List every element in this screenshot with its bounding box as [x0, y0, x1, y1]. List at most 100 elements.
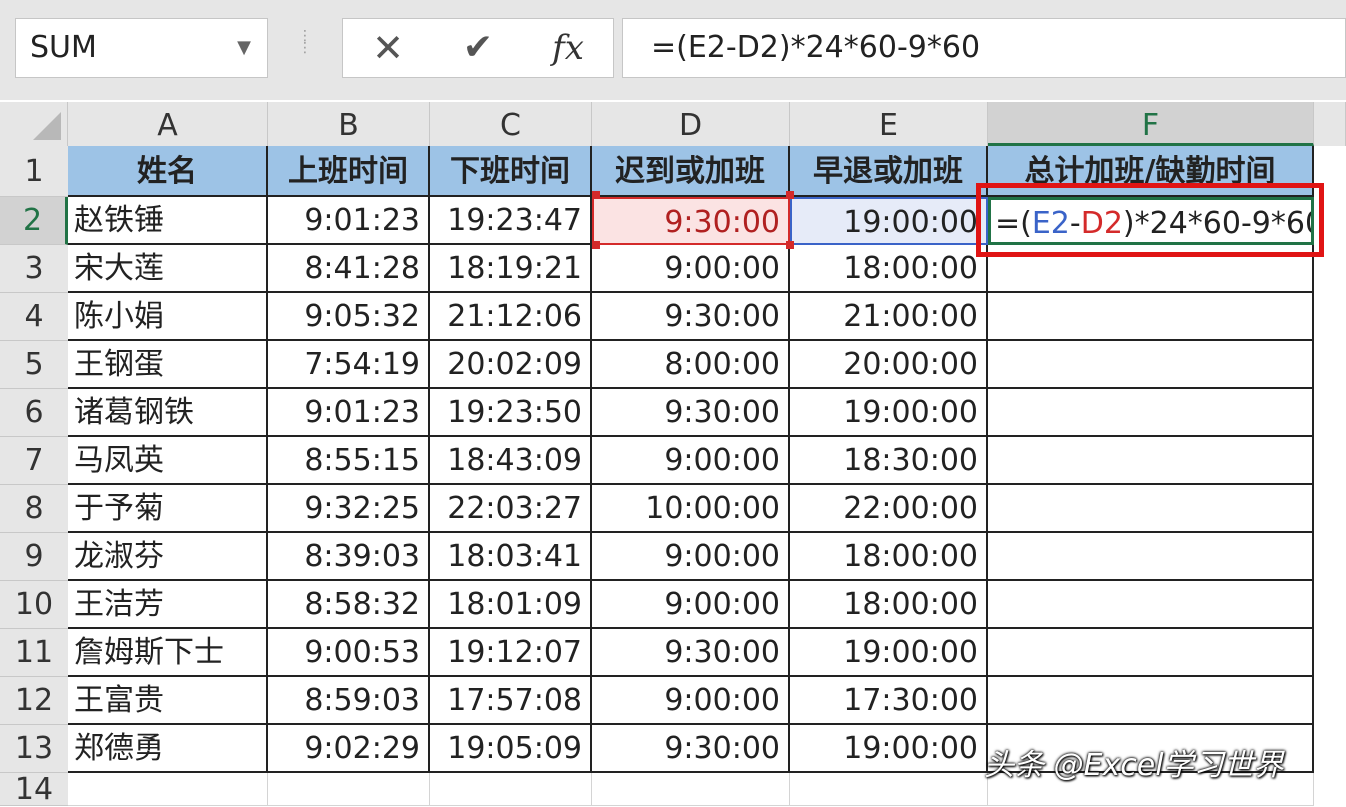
- cell-d2[interactable]: 9:30:00: [592, 197, 790, 245]
- cell-d12[interactable]: 9:00:00: [592, 677, 790, 725]
- range-handle-1[interactable]: [592, 191, 600, 199]
- header-cell-a[interactable]: 姓名: [68, 146, 268, 197]
- row-header-6[interactable]: 6: [0, 389, 68, 437]
- column-header-d[interactable]: D: [592, 102, 790, 146]
- cell-e8[interactable]: 22:00:00: [790, 485, 988, 533]
- cell-f7[interactable]: [988, 437, 1314, 485]
- cell-a4[interactable]: 陈小娟: [68, 293, 268, 341]
- cell-a13[interactable]: 郑德勇: [68, 725, 268, 773]
- cell-b5[interactable]: 7:54:19: [268, 341, 430, 389]
- cell-f6[interactable]: [988, 389, 1314, 437]
- column-header-extra[interactable]: [1314, 102, 1346, 146]
- cell-a14[interactable]: [68, 773, 268, 806]
- cell-f11[interactable]: [988, 629, 1314, 677]
- row-header-14[interactable]: 14: [0, 773, 68, 806]
- row-header-3[interactable]: 3: [0, 245, 68, 293]
- grip-icon[interactable]: ⋮ ⋮: [298, 29, 312, 66]
- cell-d7[interactable]: 9:00:00: [592, 437, 790, 485]
- cell-e6[interactable]: 19:00:00: [790, 389, 988, 437]
- row-header-9[interactable]: 9: [0, 533, 68, 581]
- cell-e3[interactable]: 18:00:00: [790, 245, 988, 293]
- cell-c11[interactable]: 19:12:07: [430, 629, 592, 677]
- cell-b3[interactable]: 8:41:28: [268, 245, 430, 293]
- cell-f8[interactable]: [988, 485, 1314, 533]
- cell-a3[interactable]: 宋大莲: [68, 245, 268, 293]
- header-cell-b[interactable]: 上班时间: [268, 146, 430, 197]
- cell-c3[interactable]: 18:19:21: [430, 245, 592, 293]
- cell-b13[interactable]: 9:02:29: [268, 725, 430, 773]
- row-header-10[interactable]: 10: [0, 581, 68, 629]
- cell-c9[interactable]: 18:03:41: [430, 533, 592, 581]
- cell-d8[interactable]: 10:00:00: [592, 485, 790, 533]
- cell-d3[interactable]: 9:00:00: [592, 245, 790, 293]
- cell-e10[interactable]: 18:00:00: [790, 581, 988, 629]
- cell-c2[interactable]: 19:23:47: [430, 197, 592, 245]
- range-handle-3[interactable]: [592, 241, 600, 249]
- cell-b14[interactable]: [268, 773, 430, 806]
- column-header-f[interactable]: F: [988, 102, 1314, 146]
- cell-e5[interactable]: 20:00:00: [790, 341, 988, 389]
- cell-e9[interactable]: 18:00:00: [790, 533, 988, 581]
- cell-e2[interactable]: 19:00:00: [790, 197, 988, 245]
- range-handle-2[interactable]: [786, 191, 794, 199]
- cell-b6[interactable]: 9:01:23: [268, 389, 430, 437]
- cancel-icon[interactable]: ✕: [363, 19, 413, 77]
- range-handle-4[interactable]: [786, 241, 794, 249]
- cell-f9[interactable]: [988, 533, 1314, 581]
- row-header-8[interactable]: 8: [0, 485, 68, 533]
- cell-e14[interactable]: [790, 773, 988, 806]
- cell-f5[interactable]: [988, 341, 1314, 389]
- header-cell-d[interactable]: 迟到或加班: [592, 146, 790, 197]
- cell-f12[interactable]: [988, 677, 1314, 725]
- row-header-7[interactable]: 7: [0, 437, 68, 485]
- cell-a11[interactable]: 詹姆斯下士: [68, 629, 268, 677]
- cell-b8[interactable]: 9:32:25: [268, 485, 430, 533]
- cell-b11[interactable]: 9:00:53: [268, 629, 430, 677]
- cell-c7[interactable]: 18:43:09: [430, 437, 592, 485]
- select-all-button[interactable]: [0, 102, 68, 146]
- cell-a5[interactable]: 王钢蛋: [68, 341, 268, 389]
- row-header-4[interactable]: 4: [0, 293, 68, 341]
- cell-c4[interactable]: 21:12:06: [430, 293, 592, 341]
- cell-b4[interactable]: 9:05:32: [268, 293, 430, 341]
- row-header-1[interactable]: 1: [0, 146, 68, 197]
- cell-b9[interactable]: 8:39:03: [268, 533, 430, 581]
- cell-b7[interactable]: 8:55:15: [268, 437, 430, 485]
- cell-e7[interactable]: 18:30:00: [790, 437, 988, 485]
- cell-f4[interactable]: [988, 293, 1314, 341]
- cell-c5[interactable]: 20:02:09: [430, 341, 592, 389]
- cell-a6[interactable]: 诸葛钢铁: [68, 389, 268, 437]
- row-header-11[interactable]: 11: [0, 629, 68, 677]
- cell-e11[interactable]: 19:00:00: [790, 629, 988, 677]
- column-header-a[interactable]: A: [68, 102, 268, 146]
- cell-a12[interactable]: 王富贵: [68, 677, 268, 725]
- row-header-2[interactable]: 2: [0, 197, 68, 245]
- caret-down-icon[interactable]: ▼: [237, 19, 251, 77]
- header-cell-c[interactable]: 下班时间: [430, 146, 592, 197]
- cell-d13[interactable]: 9:30:00: [592, 725, 790, 773]
- cell-a9[interactable]: 龙淑芬: [68, 533, 268, 581]
- cell-d10[interactable]: 9:00:00: [592, 581, 790, 629]
- cell-d4[interactable]: 9:30:00: [592, 293, 790, 341]
- cell-e12[interactable]: 17:30:00: [790, 677, 988, 725]
- cell-d9[interactable]: 9:00:00: [592, 533, 790, 581]
- cell-b12[interactable]: 8:59:03: [268, 677, 430, 725]
- cell-c10[interactable]: 18:01:09: [430, 581, 592, 629]
- cell-d11[interactable]: 9:30:00: [592, 629, 790, 677]
- cell-e4[interactable]: 21:00:00: [790, 293, 988, 341]
- formula-input[interactable]: =(E2-D2)*24*60-9*60: [622, 18, 1346, 78]
- row-header-5[interactable]: 5: [0, 341, 68, 389]
- row-header-12[interactable]: 12: [0, 677, 68, 725]
- cell-a7[interactable]: 马凤英: [68, 437, 268, 485]
- cell-d5[interactable]: 8:00:00: [592, 341, 790, 389]
- column-header-b[interactable]: B: [268, 102, 430, 146]
- cell-a8[interactable]: 于予菊: [68, 485, 268, 533]
- insert-function-button[interactable]: fx: [538, 19, 598, 77]
- enter-icon[interactable]: ✔: [453, 19, 503, 77]
- header-cell-e[interactable]: 早退或加班: [790, 146, 988, 197]
- cell-f10[interactable]: [988, 581, 1314, 629]
- cell-b10[interactable]: 8:58:32: [268, 581, 430, 629]
- name-box[interactable]: SUM ▼: [15, 18, 268, 78]
- cell-c8[interactable]: 22:03:27: [430, 485, 592, 533]
- column-header-c[interactable]: C: [430, 102, 592, 146]
